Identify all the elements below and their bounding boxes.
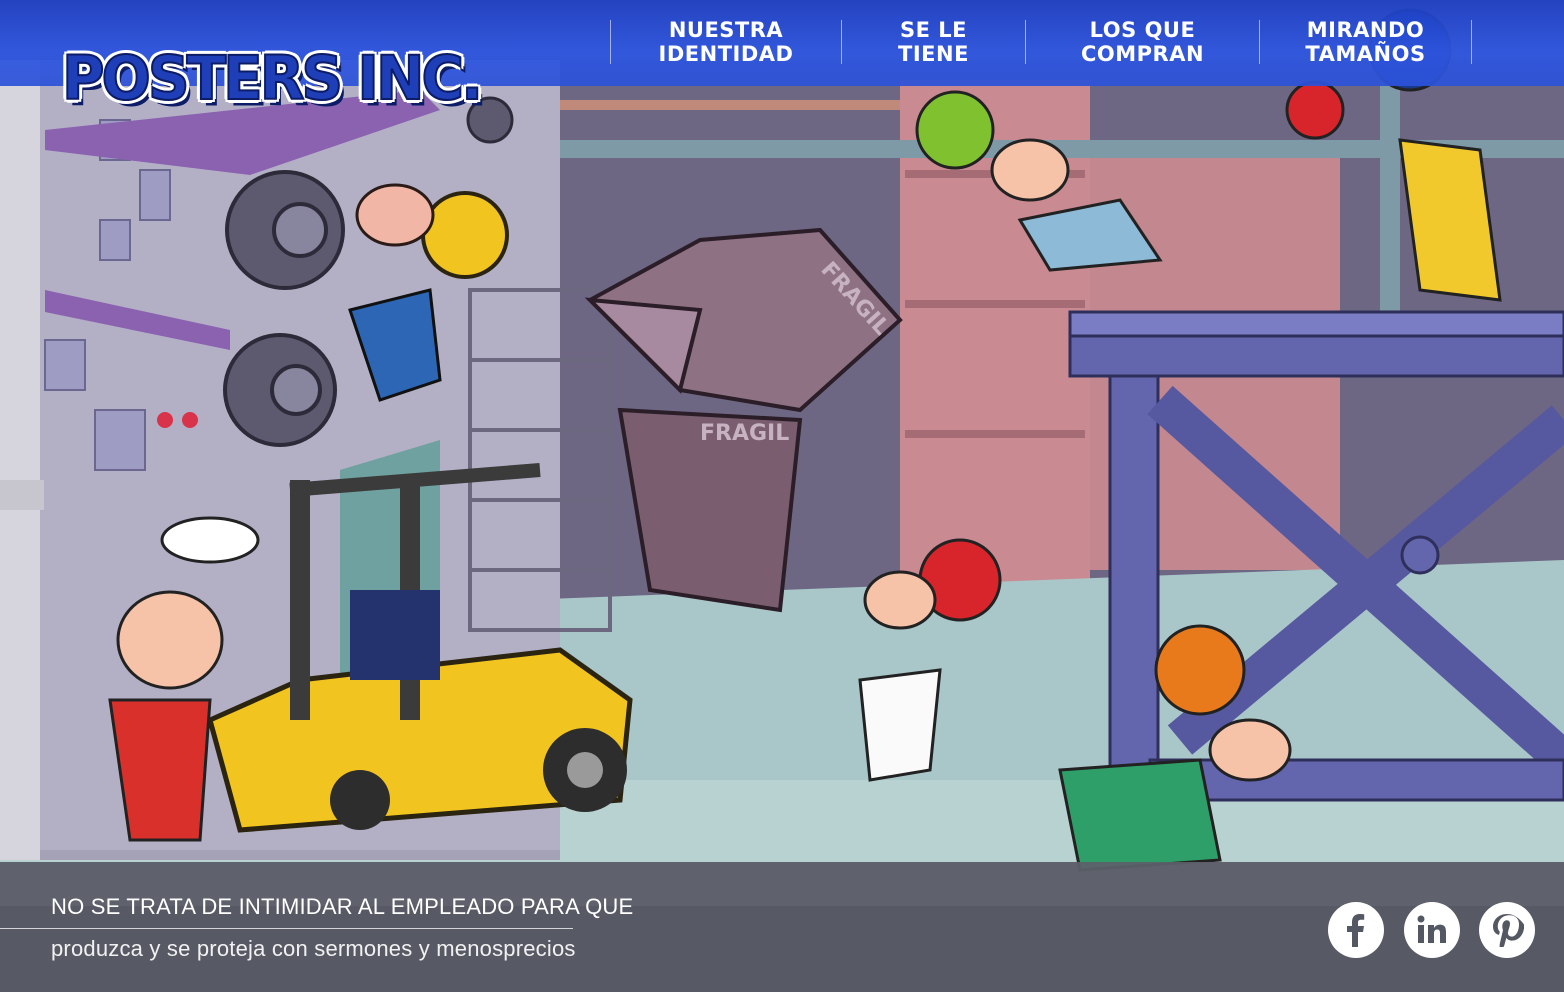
nav-item-mirando-tamanos[interactable]: MIRANDO TAMAÑOS [1259, 18, 1472, 66]
nav-item-label: SE LE TIENE [898, 18, 969, 66]
facebook-link[interactable] [1328, 902, 1384, 958]
posters-inc-logo[interactable]: POSTERS INC. [61, 36, 484, 120]
tagline-divider [0, 928, 573, 929]
factory-illustration: FRAGIL FRAGIL [0, 0, 1564, 992]
nav-item-nuestra-identidad[interactable]: NUESTRA IDENTIDAD [610, 18, 841, 66]
nav-item-se-le-tiene[interactable]: SE LE TIENE [841, 18, 1025, 66]
linkedin-icon [1417, 915, 1446, 943]
pinterest-icon [1493, 914, 1524, 947]
nav-item-los-que-compran[interactable]: LOS QUE COMPRAN [1025, 18, 1259, 66]
main-navigation: NUESTRA IDENTIDAD SE LE TIENE LOS QUE CO… [610, 18, 1472, 70]
nav-item-label: MIRANDO TAMAÑOS [1305, 18, 1426, 66]
pinterest-link[interactable] [1479, 902, 1535, 958]
facebook-icon [1347, 914, 1365, 947]
fragil-box-label: FRAGIL [700, 421, 789, 446]
nav-item-label: NUESTRA IDENTIDAD [658, 18, 794, 66]
tagline-line-2: produzca y se proteja con sermones y men… [51, 936, 576, 961]
nav-item-label: LOS QUE COMPRAN [1080, 18, 1205, 66]
linkedin-link[interactable] [1404, 902, 1460, 958]
tagline-line-1: NO SE TRATA DE INTIMIDAR AL EMPLEADO PAR… [51, 894, 634, 919]
